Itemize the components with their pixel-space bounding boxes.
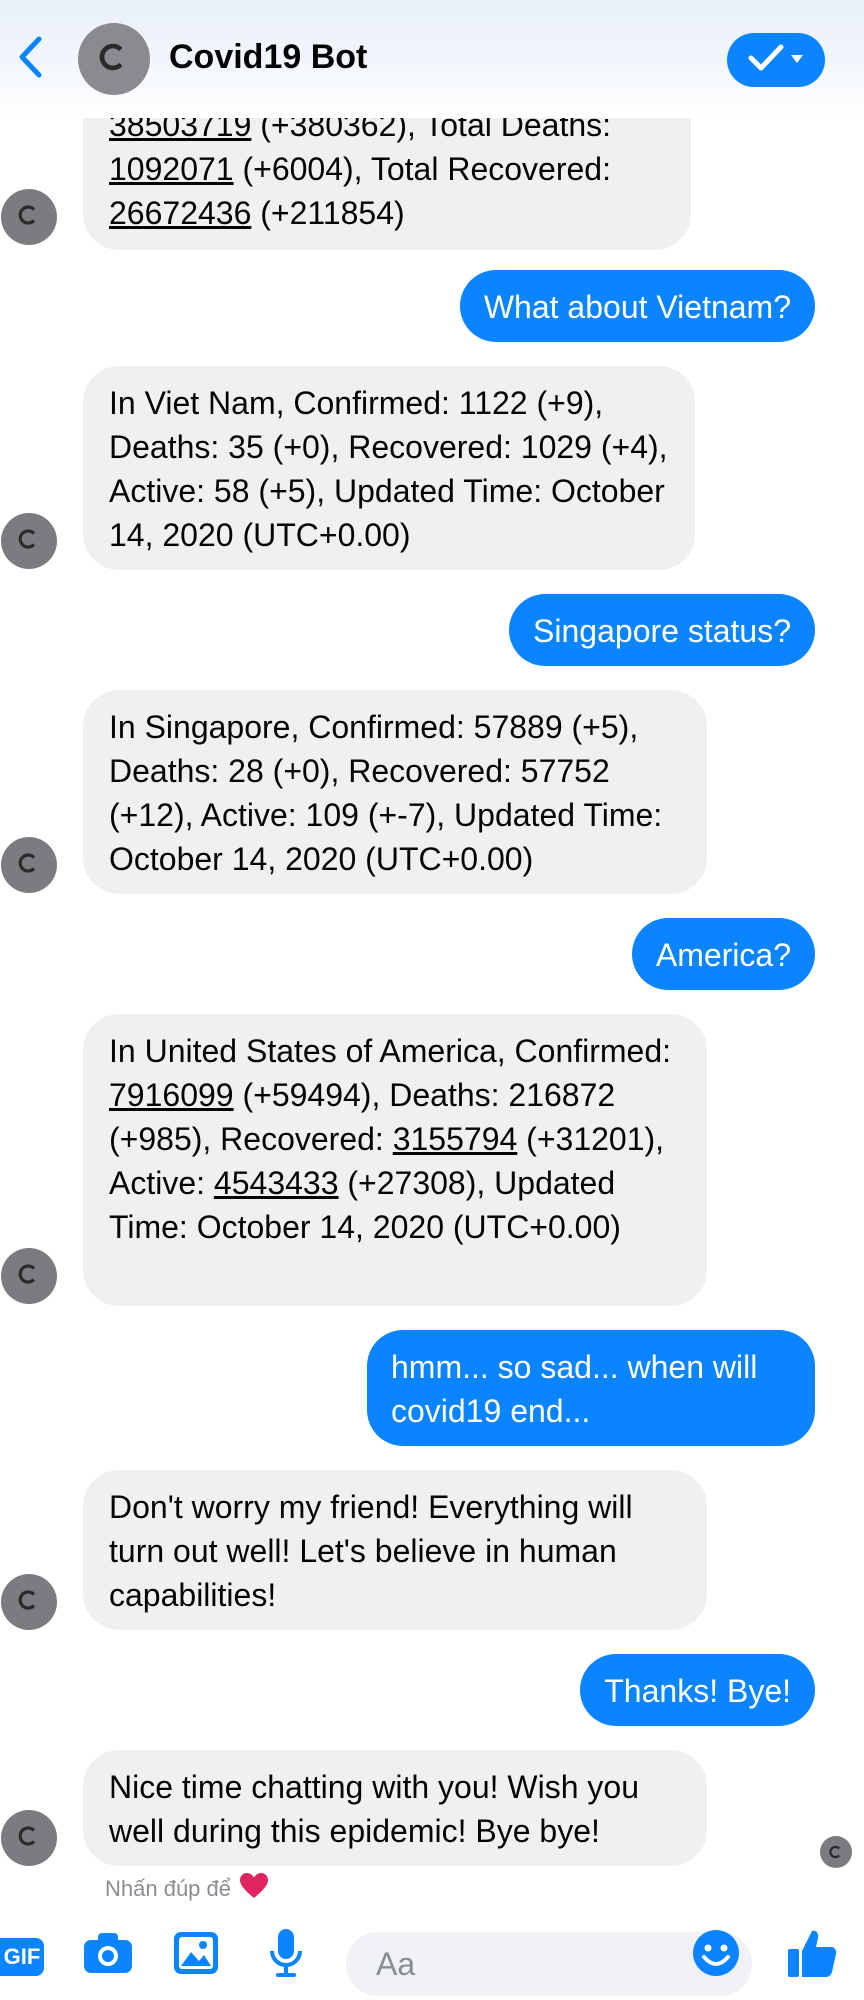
message-link[interactable]: 26672436 [109, 195, 251, 231]
avatar-letter-icon [18, 204, 40, 231]
message-text: (+211854) [251, 195, 405, 231]
message-text: In Singapore, Confirmed: 57889 (+5), Dea… [109, 709, 663, 877]
double-tap-hint: Nhấn đúp để [105, 1872, 269, 1906]
message-text: What about Vietnam? [483, 289, 791, 325]
contact-name[interactable]: Covid19 Bot [169, 38, 367, 77]
bot-avatar[interactable] [1, 513, 57, 569]
avatar-letter-icon [18, 852, 40, 879]
avatar-letter-icon [18, 1589, 40, 1616]
back-arrow-icon [17, 36, 43, 83]
chevron-down-icon [790, 51, 804, 69]
avatar-letter-icon [18, 1263, 40, 1290]
message-text: Nice time chatting with you! Wish you we… [109, 1769, 639, 1849]
message-composer: GIF [0, 1920, 864, 2000]
hint-text: Nhấn đúp để [105, 1876, 231, 1901]
bot-avatar[interactable] [1, 189, 57, 245]
camera-button[interactable] [80, 1928, 136, 1982]
check-icon [748, 43, 784, 78]
seen-receipt-avatar [820, 1836, 852, 1868]
bot-avatar[interactable] [1, 1248, 57, 1304]
message-text: Thanks! Bye! [604, 1673, 791, 1709]
message-bubble-bot[interactable]: Nice time chatting with you! Wish you we… [83, 1750, 707, 1866]
message-link[interactable]: 7916099 [109, 1077, 234, 1113]
message-text: hmm... so sad... when will covid19 end..… [391, 1349, 758, 1429]
header-action-button[interactable] [727, 33, 825, 87]
chat-header: Covid19 Bot [0, 0, 864, 118]
avatar-letter-icon [99, 42, 129, 77]
image-icon [172, 1930, 220, 1981]
gif-label: GIF [3, 1944, 41, 1969]
thumbs-up-icon [786, 1927, 838, 1984]
message-link[interactable]: 4543433 [214, 1165, 339, 1201]
message-bubble-user[interactable]: Thanks! Bye! [580, 1654, 815, 1726]
message-bubble-user[interactable]: hmm... so sad... when will covid19 end..… [367, 1330, 815, 1446]
message-text: In United States of America, Confirmed: [109, 1033, 672, 1069]
conversation: 38503719 (+380362), Total Deaths: 109207… [0, 0, 864, 1901]
message-text: America? [655, 937, 791, 973]
contact-avatar[interactable] [78, 23, 150, 95]
avatar-letter-icon [18, 528, 40, 555]
emoji-icon [692, 1929, 740, 1982]
message-text: (+6004), Total Recovered: [233, 151, 611, 187]
bot-avatar[interactable] [1, 1574, 57, 1630]
avatar-letter-icon [18, 1825, 40, 1852]
message-text: Singapore status? [533, 613, 791, 649]
message-bubble-bot[interactable]: Don't worry my friend! Everything will t… [83, 1470, 707, 1630]
microphone-icon [268, 1927, 304, 1984]
message-bubble-bot[interactable]: In Viet Nam, Confirmed: 1122 (+9), Death… [83, 366, 695, 570]
bot-avatar[interactable] [1, 837, 57, 893]
message-link[interactable]: 1092071 [109, 151, 234, 187]
message-input[interactable] [346, 1932, 646, 1996]
gif-button[interactable]: GIF [0, 1938, 44, 1976]
camera-icon [82, 1931, 134, 1980]
message-text: Don't worry my friend! Everything will t… [109, 1489, 633, 1613]
microphone-button[interactable] [258, 1928, 314, 1982]
message-link[interactable]: 3155794 [393, 1121, 518, 1157]
back-button[interactable] [10, 34, 50, 84]
message-bubble-user[interactable]: America? [631, 918, 815, 990]
message-bubble-bot[interactable]: In Singapore, Confirmed: 57889 (+5), Dea… [83, 690, 707, 894]
message-bubble-user[interactable]: What about Vietnam? [459, 270, 815, 342]
message-text: In Viet Nam, Confirmed: 1122 (+9), Death… [109, 385, 668, 553]
image-button[interactable] [168, 1928, 224, 1982]
heart-icon [239, 1872, 269, 1906]
like-button[interactable] [784, 1928, 840, 1982]
message-bubble-bot[interactable]: In United States of America, Confirmed: … [83, 1014, 707, 1306]
bot-avatar[interactable] [1, 1810, 57, 1866]
message-bubble-user[interactable]: Singapore status? [509, 594, 815, 666]
emoji-button[interactable] [688, 1928, 744, 1982]
